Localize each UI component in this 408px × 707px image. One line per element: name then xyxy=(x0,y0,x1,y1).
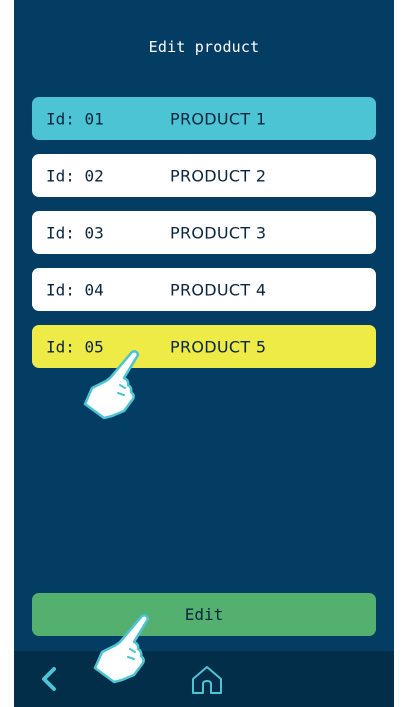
product-name: PRODUCT 3 xyxy=(170,223,267,242)
edit-button[interactable]: Edit xyxy=(32,593,376,636)
product-row[interactable]: Id: 04 PRODUCT 4 xyxy=(32,268,376,311)
product-id: Id: 05 xyxy=(46,337,104,356)
product-name: PRODUCT 1 xyxy=(170,109,267,128)
product-row[interactable]: Id: 03 PRODUCT 3 xyxy=(32,211,376,254)
product-id: Id: 01 xyxy=(46,109,104,128)
product-id: Id: 02 xyxy=(46,166,104,185)
app-screen: Edit product Id: 01 PRODUCT 1 Id: 02 PRO… xyxy=(14,0,394,707)
product-id: Id: 04 xyxy=(46,280,104,299)
bottom-nav-bar xyxy=(14,651,394,707)
page-title: Edit product xyxy=(148,38,260,56)
product-id: Id: 03 xyxy=(46,223,104,242)
product-name: PRODUCT 2 xyxy=(170,166,267,185)
product-row[interactable]: Id: 02 PRODUCT 2 xyxy=(32,154,376,197)
product-list: Id: 01 PRODUCT 1 Id: 02 PRODUCT 2 Id: 03… xyxy=(32,97,376,382)
home-icon[interactable] xyxy=(190,664,224,696)
product-name: PRODUCT 4 xyxy=(170,280,267,299)
chevron-left-icon[interactable] xyxy=(36,665,62,693)
product-name: PRODUCT 5 xyxy=(170,337,267,356)
product-row[interactable]: Id: 01 PRODUCT 1 xyxy=(32,97,376,140)
product-row[interactable]: Id: 05 PRODUCT 5 xyxy=(32,325,376,368)
